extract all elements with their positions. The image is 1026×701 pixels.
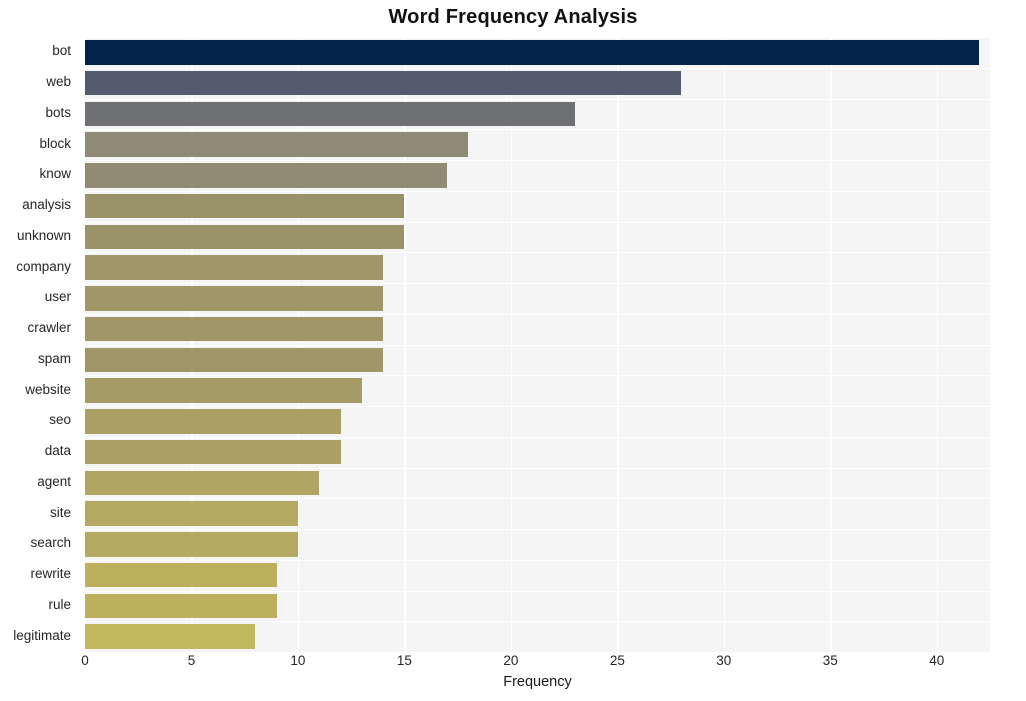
x-axis-title: Frequency [503,674,572,690]
gridline-vertical [404,37,406,652]
gridline-vertical [191,37,193,652]
x-axis-tick-label: 10 [290,653,306,668]
bar [85,193,405,219]
chart-title: Word Frequency Analysis [388,6,638,28]
x-axis-tick-label: 15 [396,653,412,668]
bar [85,286,384,311]
gridline-vertical [297,37,300,652]
gridline-vertical [85,37,87,652]
y-axis-tick-label: user [44,289,71,305]
bar [85,40,980,65]
bar [85,101,575,127]
gridline-horizontal [85,37,990,39]
gridline-horizontal [85,375,990,377]
gridline-horizontal [85,498,990,500]
bar [85,470,320,496]
gridline-horizontal [85,98,990,100]
gridline-horizontal [85,160,990,162]
y-axis-tick-label: data [44,443,71,459]
bar [85,562,277,588]
x-axis-tick-label: 40 [929,653,945,668]
y-axis-tick-label: block [39,135,71,151]
x-axis-tick-label: 20 [503,653,519,668]
gridline-horizontal [85,590,990,592]
y-axis-tick-label: spam [37,350,71,366]
gridline-horizontal [85,559,990,561]
x-axis-tick-label: 30 [716,653,732,668]
gridline-vertical [723,37,726,652]
y-axis-tick-label: agent [37,473,71,489]
gridline-horizontal [85,344,990,346]
bar [85,255,384,280]
bar [85,224,405,250]
bar [85,347,384,373]
y-axis-tick-labels: bot web bots block know analysis unknown compan… [0,37,78,652]
gridline-horizontal [85,467,990,469]
x-axis-tick-label: 25 [609,653,625,668]
y-axis-tick-label: seo [49,412,71,428]
bar [85,70,682,96]
y-axis-tick-label: legitimate [13,627,71,643]
gridline-horizontal [85,529,990,531]
gridline-horizontal [85,313,990,315]
bar [85,593,277,619]
gridline-vertical [830,37,832,652]
bar [85,378,362,403]
y-axis-tick-label: bots [45,104,71,120]
y-axis-tick-label: unknown [16,227,71,243]
gridline-horizontal [85,67,990,69]
bar [85,501,298,526]
gridline-vertical [936,37,939,652]
gridline-horizontal [85,436,990,438]
y-axis-tick-label: rule [48,596,71,612]
y-axis-tick-label: analysis [22,197,71,213]
gridline-horizontal [85,621,990,623]
gridline-horizontal [85,406,990,408]
x-axis-tick-label: 0 [81,653,89,668]
bar [85,316,384,342]
y-axis-tick-label: site [49,504,71,520]
bar [85,409,341,434]
gridline-horizontal [85,221,990,223]
gridline-horizontal [85,190,990,192]
gridline-horizontal [85,129,990,131]
gridline-vertical [617,37,619,652]
gridline-horizontal [85,283,990,285]
plot-area [85,37,990,652]
y-axis-tick-label: search [30,535,71,551]
bar [85,624,256,649]
chart-figure: Word Frequency Analysis bot web bots block k… [0,0,1026,701]
x-axis-tick-label: 35 [822,653,838,668]
y-axis-tick-label: bot [52,43,71,59]
bar [85,439,341,465]
y-axis-tick-label: web [46,74,71,90]
gridline-vertical [510,37,513,652]
y-axis-tick-label: company [16,258,71,274]
y-axis-tick-label: website [25,381,71,397]
y-axis-tick-label: crawler [27,320,71,336]
gridline-horizontal [85,252,990,254]
bar [85,132,469,157]
y-axis-tick-label: know [39,166,71,182]
y-axis-tick-label: rewrite [30,566,71,582]
x-axis-tick-label: 5 [187,653,196,668]
bar [85,532,298,557]
bar [85,163,447,188]
